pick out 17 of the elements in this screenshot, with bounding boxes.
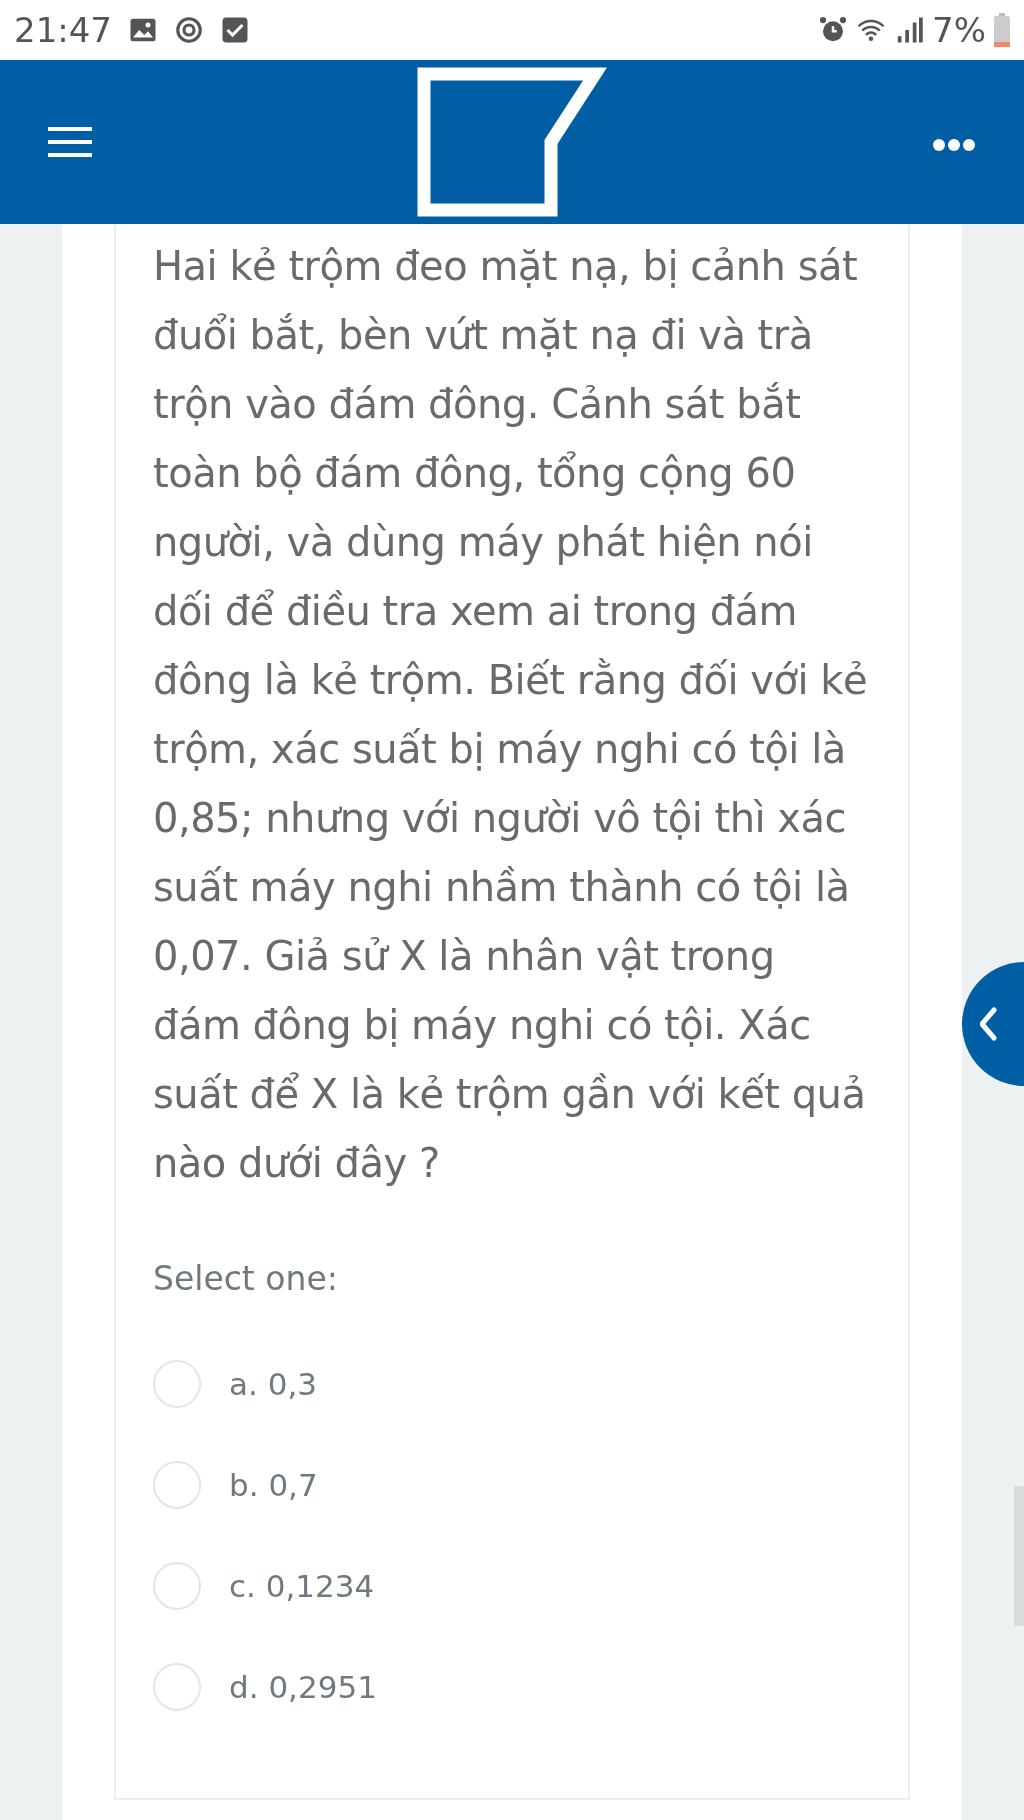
battery-percent: 7%	[932, 8, 986, 52]
option-label[interactable]: d. 0,2951	[229, 1663, 377, 1711]
radio-button[interactable]	[153, 1461, 201, 1509]
question-text: Hai kẻ trộm đeo mặt nạ, bị cảnh sát đuổi bắt, bèn vứt mặt nạ đi và trà trộn vào đám đông. Cảnh sát bắt toàn bộ đám đông, tổng cộng 60 người, và dùng máy phát hiện nói dối để điều tra xem ai trong đám đông là kẻ trộm. Biết rằng đối với kẻ trộm, xác suất bị máy nghi có tội là 0,85; nhưng với người vô tội thì xác suất máy nghi nhầm thành có tội là 0,07. Giả sử X là nhân vật trong đám đông bị máy nghi có tội. Xác suất để X là kẻ trộm gần với kết quả nào dưới đây ?	[153, 242, 869, 1188]
battery-icon	[994, 13, 1010, 47]
checkbox-icon	[220, 15, 250, 45]
chevron-left-icon	[980, 1006, 1000, 1042]
select-prompt: Select one:	[153, 1258, 339, 1300]
option-label[interactable]: c. 0,1234	[229, 1562, 375, 1610]
logo-icon	[417, 67, 607, 217]
sync-icon	[174, 15, 204, 45]
radio-button[interactable]	[153, 1663, 201, 1711]
option-label[interactable]: a. 0,3	[229, 1360, 317, 1408]
clock-time: 21:47	[14, 8, 112, 52]
radio-button[interactable]	[153, 1562, 201, 1610]
option-label[interactable]: b. 0,7	[229, 1461, 318, 1509]
radio-button[interactable]	[153, 1360, 201, 1408]
